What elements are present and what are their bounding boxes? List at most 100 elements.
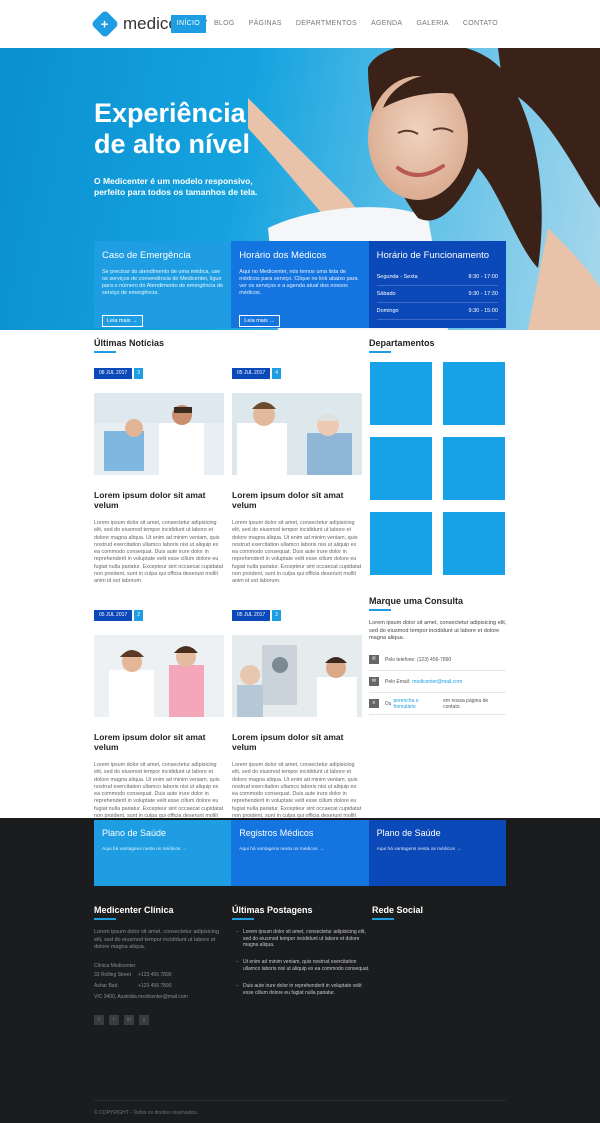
contact-key: VIC 3400, Austrália bbox=[94, 994, 137, 1000]
post-comment-count[interactable]: 4 bbox=[272, 368, 282, 379]
department-tile[interactable] bbox=[443, 362, 505, 425]
phone-contact-row: ✆ Pelo telefone: (123) 456-7890 bbox=[369, 649, 506, 671]
hours-day: Sábado bbox=[376, 291, 396, 297]
footer-contact-table: 33 Rolling Street +123 456 7890 Ashar Bad… bbox=[94, 970, 234, 1003]
post-date: 08 JUL 2017 3 bbox=[94, 368, 224, 379]
department-tile[interactable] bbox=[370, 512, 432, 575]
social-icons: f t in s bbox=[94, 1015, 154, 1025]
footer-post-item[interactable]: Lorem ipsum dolor sit amet, consectetur … bbox=[236, 929, 371, 949]
hours-title: Horário de Funcionamento bbox=[376, 250, 490, 261]
phone-number[interactable]: (123) 456-7890 bbox=[417, 657, 451, 663]
footer-divider bbox=[94, 1100, 506, 1101]
emergency-title: Caso de Emergência bbox=[102, 250, 191, 261]
news-post: 05 JUL 2017 4 Lorem ipsum dolor sit amat … bbox=[232, 368, 362, 586]
form-icon: ≡ bbox=[369, 699, 379, 708]
email-contact-row: ✉ Pelo Email: medicenter@mail.com bbox=[369, 671, 506, 693]
footer-about-title: Medicenter Clínica bbox=[94, 905, 174, 920]
hours-box: Horário de Funcionamento Segunda - Sexta… bbox=[368, 241, 506, 328]
doctors-box: Horário dos Médicos Aqui no Medicenter, … bbox=[231, 241, 369, 328]
email-label: Pelo Email: bbox=[385, 678, 411, 685]
site-header: + medicenter INÍCIO BLOG PÁGINAS DEPARTM… bbox=[0, 0, 600, 48]
band-title: Registros Médicos bbox=[239, 828, 314, 838]
footer-posts-title: Últimas Postagens bbox=[232, 905, 313, 920]
nav-item-paginas[interactable]: PÁGINAS bbox=[243, 15, 288, 33]
footer-band[interactable]: Registros Médicos Aqui há vantagens nest… bbox=[231, 820, 369, 886]
email-link[interactable]: medicenter@mail.com bbox=[412, 679, 462, 685]
nav-item-inicio[interactable]: INÍCIO bbox=[170, 15, 206, 33]
post-image[interactable] bbox=[94, 635, 224, 717]
linkedin-icon[interactable]: in bbox=[124, 1015, 134, 1025]
hours-row: Sábado 9:30 - 17:30 bbox=[376, 286, 498, 303]
hours-time: 9:30 - 15:00 bbox=[468, 308, 498, 314]
department-tile[interactable] bbox=[370, 362, 432, 425]
post-title[interactable]: Lorem ipsum dolor sit amat velum bbox=[232, 490, 362, 512]
post-date-text: 05 JUL 2017 bbox=[232, 610, 271, 621]
departments-section-title: Departamentos bbox=[369, 338, 435, 353]
skype-icon[interactable]: s bbox=[139, 1015, 149, 1025]
hours-row: Domingo 9:30 - 15:00 bbox=[376, 303, 498, 320]
phone-icon: ✆ bbox=[369, 655, 379, 664]
contact-value[interactable]: medicenter@mail.com bbox=[138, 992, 188, 1003]
department-tile[interactable] bbox=[443, 437, 505, 500]
emergency-read-more-button[interactable]: Leia mais → bbox=[102, 315, 143, 327]
department-tile[interactable] bbox=[370, 437, 432, 500]
band-title: Plano de Saúde bbox=[102, 828, 167, 838]
nav-item-agenda[interactable]: AGENDA bbox=[365, 15, 408, 33]
post-title[interactable]: Lorem ipsum dolor sit amat velum bbox=[232, 732, 362, 754]
main-nav: INÍCIO BLOG PÁGINAS DEPARTMENTOS AGENDA … bbox=[169, 15, 504, 33]
footer-post-item[interactable]: Ut enim ad minim veniam, quis nostrud ex… bbox=[236, 959, 371, 972]
contact-value: +123 456 7890 bbox=[138, 972, 172, 978]
post-image[interactable] bbox=[94, 393, 224, 475]
post-date-text: 08 JUL 2017 bbox=[94, 368, 133, 379]
twitter-icon[interactable]: t bbox=[109, 1015, 119, 1025]
nav-item-contato[interactable]: CONTATO bbox=[457, 15, 504, 33]
post-comment-count[interactable]: 2 bbox=[134, 610, 144, 621]
post-image[interactable] bbox=[232, 393, 362, 475]
footer-contact-row: Ashar Bad +123 456 7890 bbox=[94, 981, 234, 992]
post-excerpt: Lorem ipsum dolor sit amet, consectetur … bbox=[232, 520, 362, 585]
band-text: Aqui há vantagens nesta os médicos → bbox=[376, 847, 462, 852]
logo-cross-icon: + bbox=[90, 9, 120, 39]
form-post-text: em nossa página de contato. bbox=[443, 697, 489, 710]
hours-day: Segunda - Sexta bbox=[376, 274, 418, 280]
post-comment-count[interactable]: 3 bbox=[134, 368, 144, 379]
news-post: 05 JUL 2017 2 Lorem ipsum dolor sit amat … bbox=[94, 610, 224, 828]
contact-value: +123 456 7890 bbox=[138, 983, 172, 989]
band-text: Aqui há vantagens nesta os médicos → bbox=[239, 847, 324, 852]
post-title[interactable]: Lorem ipsum dolor sit amat velum bbox=[94, 490, 224, 512]
post-title[interactable]: Lorem ipsum dolor sit amat velum bbox=[94, 732, 224, 754]
footer-contact-row: VIC 3400, Austrália medicenter@mail.com bbox=[94, 992, 234, 1003]
news-post: 05 JUL 2017 2 Lorem ipsum dolor sit amat … bbox=[232, 610, 362, 828]
post-excerpt: Lorem ipsum dolor sit amet, consectetur … bbox=[94, 520, 224, 585]
post-comment-count[interactable]: 2 bbox=[272, 610, 282, 621]
post-date-text: 05 JUL 2017 bbox=[232, 368, 271, 379]
copyright: © COPYRIGHT - Todos os direitos reservad… bbox=[94, 1110, 199, 1116]
nav-item-departamentos[interactable]: DEPARTMENTOS bbox=[290, 15, 363, 33]
phone-label: Pelo telefone: bbox=[385, 656, 416, 663]
emergency-box: Caso de Emergência Se precisar do atendi… bbox=[94, 241, 232, 328]
form-pre-text: Ou bbox=[384, 700, 392, 707]
footer-post-item[interactable]: Duis aute irure dolor in reprehenderit i… bbox=[236, 983, 371, 996]
contact-form-link[interactable]: preencha o formulário bbox=[393, 698, 441, 710]
hours-time: 9:30 - 17:30 bbox=[468, 291, 498, 297]
news-section-title: Últimas Notícias bbox=[94, 338, 165, 353]
footer-band[interactable]: Plano de Saúde Aqui há vantagens nesta o… bbox=[368, 820, 506, 886]
doctors-read-more-button[interactable]: Leia mais → bbox=[239, 315, 280, 327]
footer-contact-row: 33 Rolling Street +123 456 7890 bbox=[94, 970, 234, 981]
band-text: Aqui há vantagens nesta os médicos → bbox=[102, 847, 187, 852]
department-tile[interactable] bbox=[443, 512, 505, 575]
news-post: 08 JUL 2017 3 Lorem ipsum dolor sit amat … bbox=[94, 368, 224, 586]
hours-day: Domingo bbox=[376, 308, 399, 314]
footer-bands: Plano de Saúde Aqui há vantagens nesta o… bbox=[94, 820, 506, 886]
footer-band[interactable]: Plano de Saúde Aqui há vantagens nesta o… bbox=[94, 820, 232, 886]
mail-icon: ✉ bbox=[369, 677, 379, 686]
nav-item-galeria[interactable]: GALERIA bbox=[410, 15, 454, 33]
form-contact-row: ≡ Ou preencha o formulário em nossa página… bbox=[369, 693, 506, 715]
hours-time: 8:30 - 17:00 bbox=[468, 274, 498, 280]
nav-item-blog[interactable]: BLOG bbox=[208, 15, 241, 33]
facebook-icon[interactable]: f bbox=[94, 1015, 104, 1025]
post-image[interactable] bbox=[232, 635, 362, 717]
consult-text: Lorem ipsum dolor sit amet, consectetur … bbox=[369, 620, 507, 641]
emergency-text: Se precisar do atendimento de uma médica… bbox=[102, 269, 224, 296]
footer-about-text: Lorem ipsum dolor sit amet, consectetur … bbox=[94, 929, 220, 950]
